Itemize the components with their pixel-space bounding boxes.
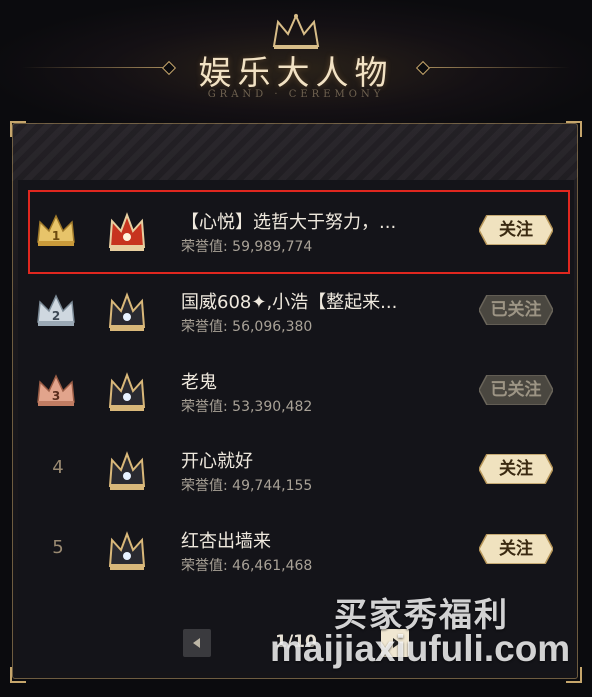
crown-badge-icon (108, 531, 146, 570)
user-name[interactable]: 红杏出墙来 (181, 527, 451, 553)
page-title: 娱乐大人物 (198, 53, 394, 92)
honor-label: 荣誉值: (181, 319, 228, 335)
honor-label: 荣誉值: (181, 558, 228, 574)
crown-badge-icon (108, 451, 146, 490)
honor-value: 荣誉值: 56,096,380 (181, 316, 312, 336)
honor-value: 荣誉值: 46,461,468 (181, 555, 312, 575)
silver-crown-icon: 2 (37, 294, 75, 326)
panel-pattern (12, 123, 578, 181)
honor-number: 53,390,482 (232, 399, 313, 415)
panel-corner (566, 121, 582, 137)
user-name[interactable]: 国威608✦,小浩【整起来... (181, 288, 451, 314)
rank-number: 4 (52, 457, 64, 478)
bronze-crown-icon: 3 (37, 374, 75, 406)
follow-button-label: 关注 (499, 459, 533, 479)
honor-number: 46,461,468 (232, 558, 313, 574)
follow-button-label: 已关注 (490, 300, 542, 320)
watermark-url: maijiaxiufuli.com (270, 628, 571, 669)
honor-label: 荣誉值: (181, 399, 228, 415)
panel-corner (10, 121, 26, 137)
highlight-box (28, 190, 570, 274)
page-subtitle: GRAND · CEREMONY (207, 89, 385, 100)
follow-button[interactable]: 关注 (479, 534, 553, 564)
honor-value: 荣誉值: 53,390,482 (181, 396, 312, 416)
follow-button[interactable]: 关注 (479, 454, 553, 484)
ranking-row[interactable]: 5 红杏出墙来 荣誉值: 46,461,468 关注 (18, 511, 574, 591)
honor-number: 49,744,155 (232, 478, 313, 494)
prev-page-button[interactable] (183, 629, 211, 657)
crown-badge-icon (108, 372, 146, 411)
followed-button[interactable]: 已关注 (479, 375, 553, 405)
honor-value: 荣誉值: 49,744,155 (181, 475, 312, 495)
honor-label: 荣誉值: (181, 478, 228, 494)
ranking-row[interactable]: 2 国威608✦,小浩【整起来... 荣誉值: 56,096,380 已关注 (18, 272, 574, 352)
user-name[interactable]: 开心就好 (181, 447, 451, 473)
rank-number: 3 (52, 389, 60, 403)
rank-number: 5 (52, 537, 64, 558)
ranking-row[interactable]: 3 老鬼 荣誉值: 53,390,482 已关注 (18, 352, 574, 432)
honor-number: 56,096,380 (232, 319, 313, 335)
chevron-left-icon (193, 638, 200, 648)
rank-number: 2 (52, 309, 60, 323)
crown-badge-icon (108, 292, 146, 331)
follow-button-label: 关注 (499, 539, 533, 559)
followed-button[interactable]: 已关注 (479, 295, 553, 325)
follow-button-label: 已关注 (490, 380, 542, 400)
user-name[interactable]: 老鬼 (181, 368, 451, 394)
ranking-row[interactable]: 4 开心就好 荣誉值: 49,744,155 关注 (18, 431, 574, 511)
